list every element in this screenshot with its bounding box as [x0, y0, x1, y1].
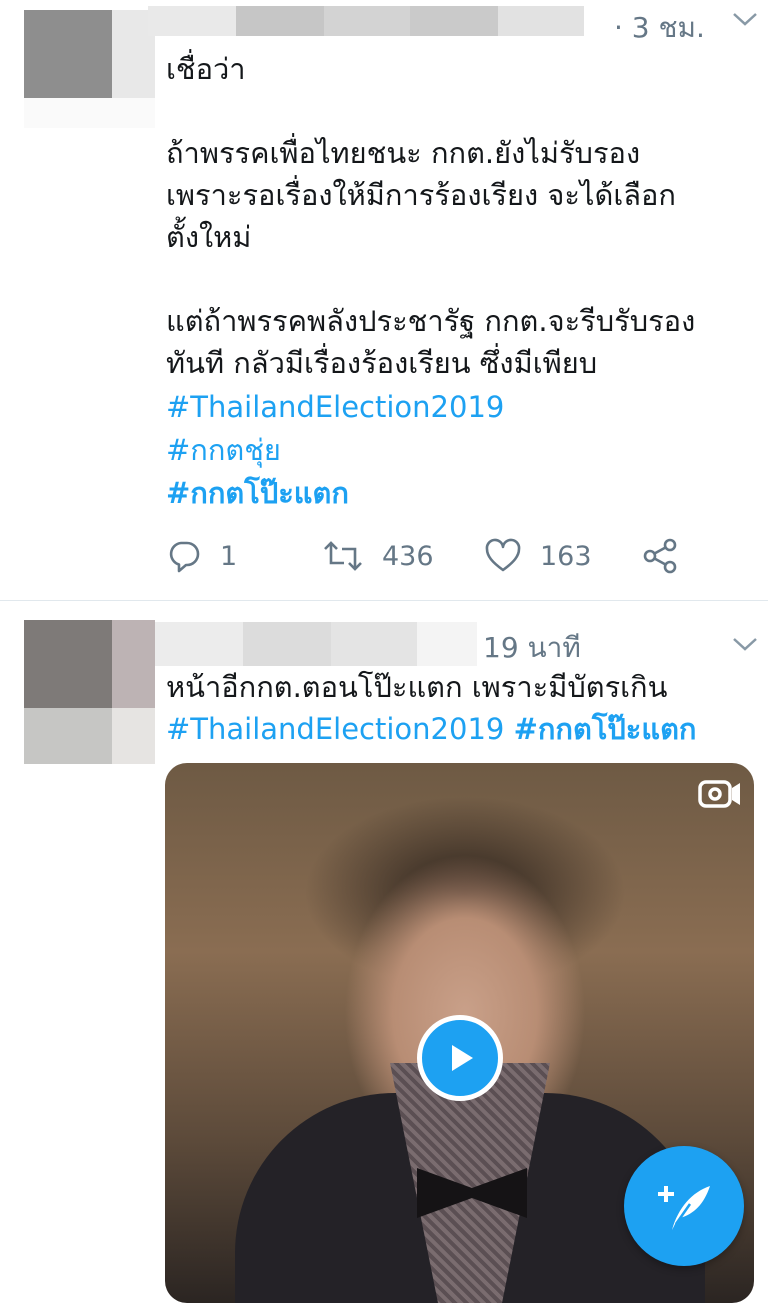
tweet-text: หน้าอีกกต.ตอนโป๊ะแตก เพราะมีบัตรเกิน [166, 670, 668, 704]
chevron-down-icon[interactable] [730, 9, 760, 29]
tweet-text-line: แต่ถ้าพรรคพลังประชารัฐ กกต.จะรีบรับรอง [166, 304, 696, 338]
tweet-text-line: ตั้งใหม่ [166, 220, 252, 254]
hashtag-link[interactable]: #ThailandElection2019 [166, 712, 504, 746]
retweet-count: 436 [382, 540, 434, 572]
reply-icon [169, 541, 200, 573]
heart-icon [485, 538, 521, 572]
play-button[interactable] [417, 1015, 503, 1101]
reply-button[interactable]: 1 [166, 536, 237, 576]
tweet-text-line: เชื่อว่า [166, 52, 246, 86]
hashtag-link[interactable]: #ThailandElection2019 [166, 386, 504, 428]
hashtag-link[interactable]: #กกตชุ่ย [166, 429, 281, 471]
tweet-text-line: เพราะรอเรื่องให้มีการร้องเรียง จะได้เลือ… [166, 178, 676, 212]
retweet-icon [324, 541, 362, 571]
tweet-timestamp: 19 นาที [483, 631, 581, 664]
share-button[interactable] [642, 536, 680, 576]
tweet-text-line: ถ้าพรรคเพื่อไทยชนะ กกต.ยังไม่รับรอง [166, 136, 641, 170]
tweet-1[interactable]: · 3 ชม. เชื่อว่า ถ้าพรรคเพื่อไทยชนะ กกต.… [0, 0, 768, 601]
chevron-down-icon[interactable] [730, 634, 760, 654]
tweet-text-line: ทันที กลัวมีเรื่องร้องเรียน ซึ่งมีเพียบ [166, 346, 598, 380]
tweet-timestamp: · 3 ชม. [614, 11, 705, 44]
play-icon [452, 1045, 473, 1071]
like-button[interactable]: 163 [484, 536, 592, 576]
retweet-button[interactable]: 436 [322, 536, 434, 576]
hashtag-row: #ThailandElection2019 #กกตโป๊ะแตก [166, 708, 696, 750]
compose-tweet-button[interactable] [624, 1146, 744, 1266]
share-icon [643, 538, 677, 574]
compose-tweet-icon [658, 1186, 710, 1230]
video-camera-icon [698, 780, 740, 808]
hashtag-link[interactable]: #กกตโป๊ะแตก [166, 472, 349, 514]
hashtag-link[interactable]: #กกตโป๊ะแตก [514, 712, 697, 746]
reply-count: 1 [220, 540, 238, 572]
like-count: 163 [540, 540, 592, 572]
